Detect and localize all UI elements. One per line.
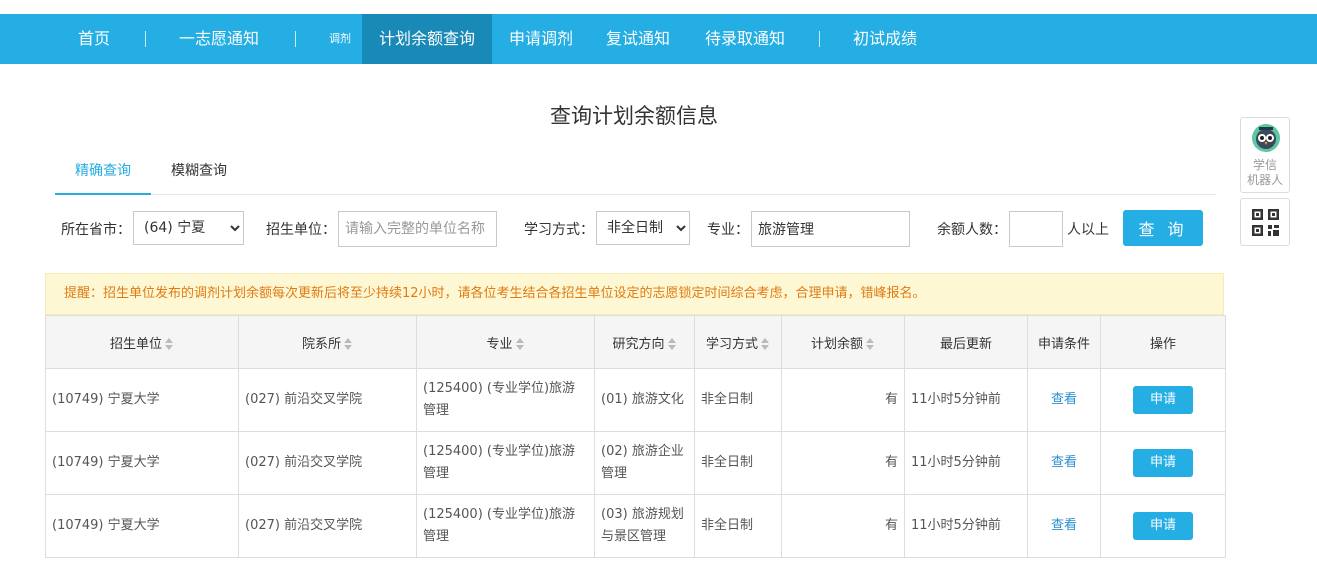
study-mode-cell: 非全日制 — [694, 494, 782, 558]
result-table: 招生单位 院系所 专业 研究方向 学习方式 计划余额 最后更新 申请条件 操作 … — [45, 315, 1226, 558]
action-cell: 申请 — [1100, 494, 1226, 558]
table-row: (10749) 宁夏大学 (027) 前沿交叉学院 (125400) (专业学位… — [45, 494, 1226, 558]
major-cell: (125400) (专业学位)旅游管理 — [416, 494, 595, 558]
province-label: 所在省市： — [61, 222, 131, 238]
active-tab-indicator — [55, 193, 151, 195]
dept-cell: (027) 前沿交叉学院 — [238, 494, 417, 558]
dept-cell: (027) 前沿交叉学院 — [238, 368, 417, 432]
last-updated-cell: 11小时5分钟前 — [904, 494, 1028, 558]
qr-code-icon — [1252, 209, 1279, 236]
reminder-notice: 提醒：招生单位发布的调剂计划余额每次更新后将至少持续12小时，请各位考生结合各招… — [45, 273, 1224, 315]
remain-count-label: 余额人数： — [937, 222, 1007, 238]
nav-first-choice-notice[interactable]: 一志愿通知 — [179, 14, 259, 64]
last-updated-cell: 11小时5分钟前 — [904, 368, 1028, 432]
conditions-cell: 查看 — [1027, 494, 1101, 558]
tabs-divider — [55, 194, 1216, 195]
header-major[interactable]: 专业 — [416, 315, 595, 369]
unit-input[interactable] — [338, 211, 497, 247]
conditions-cell: 查看 — [1027, 431, 1101, 495]
nav-apply-adjust[interactable]: 申请调剂 — [509, 14, 573, 64]
sort-icon — [344, 337, 353, 351]
nav-retest-notice[interactable]: 复试通知 — [606, 14, 670, 64]
nav-admission-notice[interactable]: 待录取通知 — [705, 14, 785, 64]
nav-divider — [819, 31, 820, 47]
tab-fuzzy-query[interactable]: 模糊查询 — [171, 160, 227, 180]
header-unit[interactable]: 招生单位 — [45, 315, 239, 369]
header-label: 院系所 — [301, 336, 341, 352]
nav-divider — [295, 31, 296, 47]
chatbot-label-line1: 学信 — [1252, 158, 1277, 172]
last-updated-cell: 11小时5分钟前 — [904, 431, 1028, 495]
top-nav: 首页 一志愿通知 调剂 计划余额查询 申请调剂 复试通知 待录取通知 初试成绩 — [0, 14, 1317, 64]
unit-link[interactable]: (10749) 宁夏大学 — [45, 494, 239, 558]
chatbot-label-line2: 机器人 — [1246, 173, 1283, 187]
conditions-cell: 查看 — [1027, 368, 1101, 432]
header-action: 操作 — [1100, 315, 1226, 369]
unit-link[interactable]: (10749) 宁夏大学 — [45, 431, 239, 495]
sort-icon — [515, 337, 525, 351]
plan-balance-cell: 有 — [781, 494, 905, 558]
direction-cell: (03) 旅游规划与景区管理 — [594, 494, 695, 558]
major-input[interactable] — [751, 211, 910, 247]
nav-home[interactable]: 首页 — [78, 14, 110, 64]
apply-button[interactable]: 申请 — [1133, 386, 1193, 414]
apply-button[interactable]: 申请 — [1133, 449, 1193, 477]
dept-cell: (027) 前沿交叉学院 — [238, 431, 417, 495]
study-mode-cell: 非全日制 — [694, 368, 782, 432]
header-dept[interactable]: 院系所 — [238, 315, 417, 369]
study-mode-label: 学习方式： — [524, 222, 594, 238]
sort-icon — [667, 337, 677, 351]
nav-adjust-tag: 调剂 — [329, 32, 351, 45]
direction-cell: (01) 旅游文化 — [594, 368, 695, 432]
view-conditions-link[interactable]: 查看 — [1051, 455, 1077, 470]
nav-prelim-score[interactable]: 初试成绩 — [853, 14, 917, 64]
table-row: (10749) 宁夏大学 (027) 前沿交叉学院 (125400) (专业学位… — [45, 431, 1226, 495]
sort-icon — [866, 337, 875, 351]
header-conditions: 申请条件 — [1027, 315, 1101, 369]
view-conditions-link[interactable]: 查看 — [1051, 518, 1077, 533]
action-cell: 申请 — [1100, 431, 1226, 495]
query-button[interactable]: 查 询 — [1123, 210, 1203, 246]
header-direction[interactable]: 研究方向 — [594, 315, 695, 369]
tab-exact-query[interactable]: 精确查询 — [75, 160, 131, 180]
chatbot-widget[interactable]: 学信 机器人 — [1240, 117, 1290, 193]
nav-plan-balance-query[interactable]: 计划余额查询 — [362, 14, 492, 64]
sort-icon — [761, 337, 770, 351]
remain-count-suffix: 人以上 — [1067, 222, 1109, 238]
study-mode-cell: 非全日制 — [694, 431, 782, 495]
qr-code-widget[interactable] — [1240, 198, 1290, 246]
unit-link[interactable]: (10749) 宁夏大学 — [45, 368, 239, 432]
header-plan-balance[interactable]: 计划余额 — [781, 315, 905, 369]
nav-divider — [145, 31, 146, 47]
chatbot-label: 学信 机器人 — [1241, 158, 1289, 188]
table-row: (10749) 宁夏大学 (027) 前沿交叉学院 (125400) (专业学位… — [45, 368, 1226, 432]
header-last-updated: 最后更新 — [904, 315, 1028, 369]
major-cell: (125400) (专业学位)旅游管理 — [416, 368, 595, 432]
major-cell: (125400) (专业学位)旅游管理 — [416, 431, 595, 495]
plan-balance-cell: 有 — [781, 368, 905, 432]
study-mode-select[interactable]: 非全日制 — [596, 211, 690, 245]
remain-count-input[interactable] — [1009, 211, 1063, 247]
page-title: 查询计划余额信息 — [550, 104, 718, 128]
table-header-row: 招生单位 院系所 专业 研究方向 学习方式 计划余额 最后更新 申请条件 操作 — [45, 315, 1226, 369]
plan-balance-cell: 有 — [781, 431, 905, 495]
province-select[interactable]: (64) 宁夏 — [133, 211, 244, 245]
robot-owl-icon — [1252, 124, 1280, 152]
header-label: 研究方向 — [612, 336, 665, 352]
header-label: 专业 — [486, 336, 513, 352]
header-label: 招生单位 — [109, 336, 162, 352]
sort-icon — [165, 337, 174, 351]
apply-button[interactable]: 申请 — [1133, 512, 1193, 540]
view-conditions-link[interactable]: 查看 — [1051, 392, 1077, 407]
major-label: 专业： — [707, 222, 749, 238]
header-label: 学习方式 — [705, 336, 758, 352]
action-cell: 申请 — [1100, 368, 1226, 432]
header-study-mode[interactable]: 学习方式 — [694, 315, 782, 369]
direction-cell: (02) 旅游企业管理 — [594, 431, 695, 495]
unit-label: 招生单位： — [266, 222, 336, 238]
header-label: 计划余额 — [810, 336, 863, 352]
